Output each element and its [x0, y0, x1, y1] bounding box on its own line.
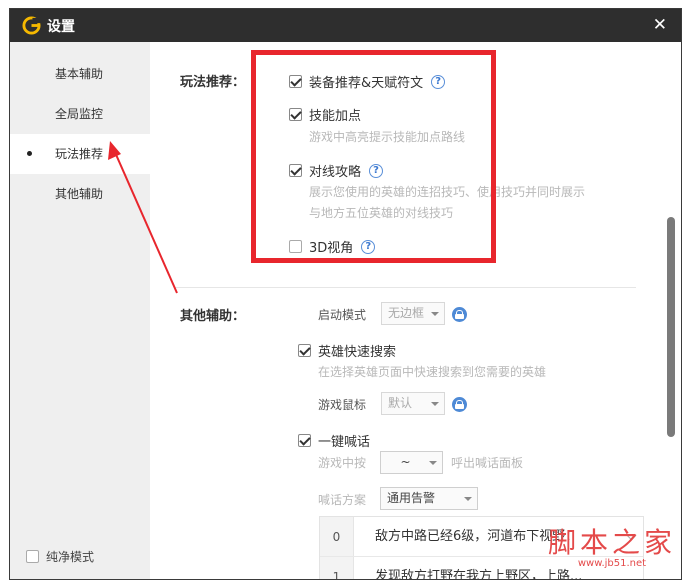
lane-strategy-desc-line2: 与地方五位英雄的对线技巧 [309, 206, 454, 220]
chevron-down-icon [431, 402, 439, 406]
shout-key-prefix: 游戏中按 [318, 456, 367, 470]
pure-mode-label: 纯净模式 [46, 550, 95, 564]
help-icon[interactable]: ? [369, 163, 384, 178]
lock-icon[interactable] [452, 307, 467, 322]
option-equip-recommend[interactable]: 装备推荐&天赋符文 ? [289, 72, 446, 91]
pure-mode-checkbox[interactable] [26, 550, 39, 563]
g-logo-icon [22, 16, 41, 35]
chevron-down-icon [431, 312, 439, 316]
phrase-index: 0 [320, 517, 354, 556]
gameplay-section-label: 玩法推荐： [180, 75, 246, 90]
site-watermark: 脚本之家 www.jb51.net [548, 528, 676, 570]
launch-mode-select[interactable]: 无边框 [381, 302, 445, 325]
title-bar: 设置 ✕ [10, 9, 681, 42]
help-icon[interactable]: ? [431, 74, 446, 89]
option-lane-strategy[interactable]: 对线攻略 ? [289, 161, 384, 180]
lock-icon[interactable] [452, 397, 467, 412]
launch-mode-label: 启动模式 [318, 308, 367, 322]
skill-points-desc: 游戏中高亮提示技能加点路线 [309, 130, 466, 144]
watermark-text: 脚本之家 [547, 526, 676, 559]
pure-mode-toggle[interactable]: 纯净模式 [26, 548, 94, 565]
option-hero-search[interactable]: 英雄快速搜索 [298, 341, 396, 360]
one-key-shout-checkbox[interactable] [298, 434, 311, 447]
hero-search-desc: 在选择英雄页面中快速搜索到您需要的英雄 [318, 365, 547, 379]
sidebar-item-global-monitor[interactable]: 全局监控 [10, 94, 150, 134]
mouse-select[interactable]: 默认 [381, 392, 445, 415]
vertical-scrollbar[interactable] [667, 217, 675, 437]
option-label: 一键喊话 [318, 435, 371, 450]
settings-window: 设置 ✕ 基本辅助 全局监控 玩法推荐 其他辅助 纯净模式 玩法推荐： 装备推荐… [9, 8, 682, 580]
help-icon[interactable]: ? [361, 239, 376, 254]
sidebar-item-other-assist[interactable]: 其他辅助 [10, 174, 150, 214]
main-panel: 玩法推荐： 装备推荐&天赋符文 ? 技能加点 游戏中高亮提示技能加点路线 对线攻… [150, 42, 681, 579]
close-icon[interactable]: ✕ [653, 15, 667, 35]
shout-key-select[interactable]: ~ [380, 451, 443, 474]
window-title: 设置 [47, 19, 75, 35]
watermark-url: www.jb51.net [577, 558, 647, 569]
option-label: 技能加点 [309, 109, 362, 124]
3d-view-checkbox[interactable] [289, 240, 302, 253]
select-value: ~ [400, 455, 411, 469]
section-divider [174, 287, 636, 288]
active-dot-icon [27, 151, 32, 156]
option-label: 3D视角 [309, 241, 354, 256]
shout-scheme-label: 喊话方案 [318, 493, 367, 507]
other-section-label: 其他辅助： [180, 309, 246, 324]
phrase-index: 1 [320, 557, 354, 579]
select-value: 默认 [388, 396, 413, 410]
chevron-down-icon [464, 497, 472, 501]
option-label: 装备推荐&天赋符文 [309, 76, 424, 91]
sidebar-item-label: 其他辅助 [55, 187, 104, 201]
sidebar-item-label: 基本辅助 [55, 67, 104, 81]
sidebar-item-label: 全局监控 [55, 107, 104, 121]
hero-search-checkbox[interactable] [298, 344, 311, 357]
select-value: 通用告警 [387, 491, 436, 505]
lane-strategy-desc-line1: 展示您使用的英雄的连招技巧、使用技巧并同时展示 [309, 185, 586, 199]
shout-key-suffix: 呼出喊话面板 [451, 456, 524, 470]
equip-recommend-checkbox[interactable] [289, 75, 302, 88]
shout-scheme-select[interactable]: 通用告警 [380, 487, 478, 510]
option-3d-view[interactable]: 3D视角 ? [289, 237, 376, 256]
sidebar-item-basic-assist[interactable]: 基本辅助 [10, 54, 150, 94]
option-skill-points[interactable]: 技能加点 [289, 105, 361, 124]
option-label: 对线攻略 [309, 165, 362, 180]
select-value: 无边框 [388, 306, 425, 320]
sidebar: 基本辅助 全局监控 玩法推荐 其他辅助 纯净模式 [10, 42, 150, 579]
option-one-key-shout[interactable]: 一键喊话 [298, 431, 370, 450]
lane-strategy-checkbox[interactable] [289, 164, 302, 177]
option-label: 英雄快速搜索 [318, 345, 397, 360]
chevron-down-icon [429, 461, 437, 465]
skill-points-checkbox[interactable] [289, 108, 302, 121]
sidebar-item-label: 玩法推荐 [55, 147, 104, 161]
sidebar-item-gameplay[interactable]: 玩法推荐 [10, 134, 150, 174]
mouse-label: 游戏鼠标 [318, 398, 367, 412]
